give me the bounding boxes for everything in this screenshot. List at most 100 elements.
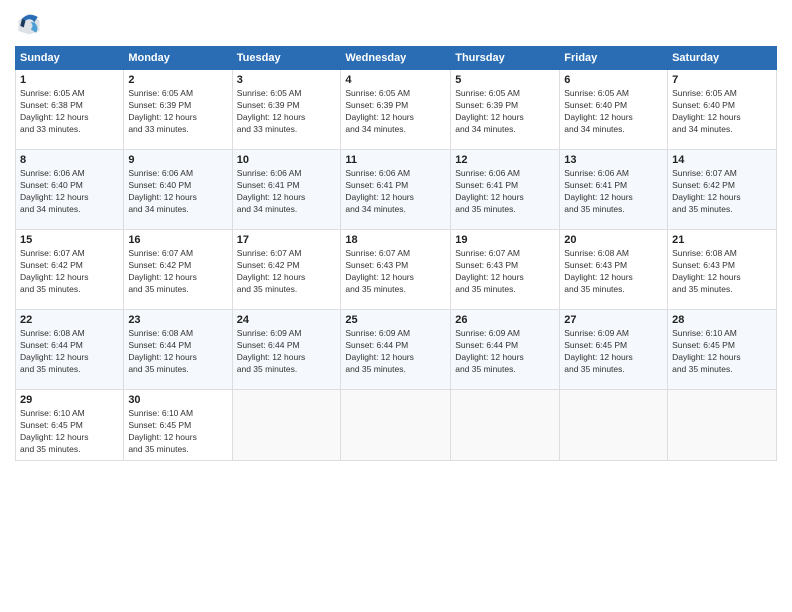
day-info: Sunrise: 6:09 AMSunset: 6:44 PMDaylight:… <box>455 328 555 376</box>
day-number: 23 <box>128 314 227 326</box>
day-info: Sunrise: 6:10 AMSunset: 6:45 PMDaylight:… <box>672 328 772 376</box>
day-info: Sunrise: 6:05 AMSunset: 6:39 PMDaylight:… <box>128 88 227 136</box>
day-number: 5 <box>455 74 555 86</box>
day-info: Sunrise: 6:08 AMSunset: 6:44 PMDaylight:… <box>20 328 119 376</box>
day-number: 29 <box>20 394 119 406</box>
day-number: 7 <box>672 74 772 86</box>
day-number: 21 <box>672 234 772 246</box>
calendar-cell: 29 Sunrise: 6:10 AMSunset: 6:45 PMDaylig… <box>16 390 124 461</box>
calendar-cell: 11 Sunrise: 6:06 AMSunset: 6:41 PMDaylig… <box>341 150 451 230</box>
calendar-cell: 24 Sunrise: 6:09 AMSunset: 6:44 PMDaylig… <box>232 310 341 390</box>
day-info: Sunrise: 6:05 AMSunset: 6:38 PMDaylight:… <box>20 88 119 136</box>
calendar-cell: 8 Sunrise: 6:06 AMSunset: 6:40 PMDayligh… <box>16 150 124 230</box>
calendar-week-row: 22 Sunrise: 6:08 AMSunset: 6:44 PMDaylig… <box>16 310 777 390</box>
calendar-col-header: Saturday <box>668 47 777 70</box>
calendar-cell <box>668 390 777 461</box>
calendar-cell: 21 Sunrise: 6:08 AMSunset: 6:43 PMDaylig… <box>668 230 777 310</box>
calendar-cell <box>560 390 668 461</box>
day-info: Sunrise: 6:07 AMSunset: 6:42 PMDaylight:… <box>128 248 227 296</box>
calendar-week-row: 1 Sunrise: 6:05 AMSunset: 6:38 PMDayligh… <box>16 70 777 150</box>
day-number: 14 <box>672 154 772 166</box>
calendar-cell: 28 Sunrise: 6:10 AMSunset: 6:45 PMDaylig… <box>668 310 777 390</box>
day-number: 17 <box>237 234 337 246</box>
day-number: 25 <box>345 314 446 326</box>
day-info: Sunrise: 6:06 AMSunset: 6:41 PMDaylight:… <box>237 168 337 216</box>
day-info: Sunrise: 6:07 AMSunset: 6:42 PMDaylight:… <box>672 168 772 216</box>
calendar-cell: 23 Sunrise: 6:08 AMSunset: 6:44 PMDaylig… <box>124 310 232 390</box>
calendar-table: SundayMondayTuesdayWednesdayThursdayFrid… <box>15 46 777 461</box>
calendar-week-row: 8 Sunrise: 6:06 AMSunset: 6:40 PMDayligh… <box>16 150 777 230</box>
day-info: Sunrise: 6:09 AMSunset: 6:44 PMDaylight:… <box>237 328 337 376</box>
day-info: Sunrise: 6:07 AMSunset: 6:42 PMDaylight:… <box>20 248 119 296</box>
logo <box>15 10 47 38</box>
day-info: Sunrise: 6:07 AMSunset: 6:42 PMDaylight:… <box>237 248 337 296</box>
day-info: Sunrise: 6:07 AMSunset: 6:43 PMDaylight:… <box>455 248 555 296</box>
calendar-cell: 26 Sunrise: 6:09 AMSunset: 6:44 PMDaylig… <box>451 310 560 390</box>
day-info: Sunrise: 6:05 AMSunset: 6:40 PMDaylight:… <box>672 88 772 136</box>
day-number: 30 <box>128 394 227 406</box>
day-number: 9 <box>128 154 227 166</box>
calendar-cell: 9 Sunrise: 6:06 AMSunset: 6:40 PMDayligh… <box>124 150 232 230</box>
day-number: 19 <box>455 234 555 246</box>
day-number: 13 <box>564 154 663 166</box>
calendar-cell: 20 Sunrise: 6:08 AMSunset: 6:43 PMDaylig… <box>560 230 668 310</box>
calendar-col-header: Thursday <box>451 47 560 70</box>
day-number: 4 <box>345 74 446 86</box>
day-info: Sunrise: 6:09 AMSunset: 6:45 PMDaylight:… <box>564 328 663 376</box>
calendar-cell: 25 Sunrise: 6:09 AMSunset: 6:44 PMDaylig… <box>341 310 451 390</box>
day-number: 16 <box>128 234 227 246</box>
day-number: 6 <box>564 74 663 86</box>
day-info: Sunrise: 6:07 AMSunset: 6:43 PMDaylight:… <box>345 248 446 296</box>
calendar-cell: 22 Sunrise: 6:08 AMSunset: 6:44 PMDaylig… <box>16 310 124 390</box>
calendar-week-row: 15 Sunrise: 6:07 AMSunset: 6:42 PMDaylig… <box>16 230 777 310</box>
calendar-cell: 16 Sunrise: 6:07 AMSunset: 6:42 PMDaylig… <box>124 230 232 310</box>
calendar-cell: 13 Sunrise: 6:06 AMSunset: 6:41 PMDaylig… <box>560 150 668 230</box>
day-number: 12 <box>455 154 555 166</box>
day-info: Sunrise: 6:10 AMSunset: 6:45 PMDaylight:… <box>128 408 227 456</box>
day-number: 10 <box>237 154 337 166</box>
calendar-cell: 17 Sunrise: 6:07 AMSunset: 6:42 PMDaylig… <box>232 230 341 310</box>
day-info: Sunrise: 6:09 AMSunset: 6:44 PMDaylight:… <box>345 328 446 376</box>
calendar-col-header: Monday <box>124 47 232 70</box>
calendar-cell: 1 Sunrise: 6:05 AMSunset: 6:38 PMDayligh… <box>16 70 124 150</box>
day-info: Sunrise: 6:05 AMSunset: 6:39 PMDaylight:… <box>345 88 446 136</box>
calendar-cell: 5 Sunrise: 6:05 AMSunset: 6:39 PMDayligh… <box>451 70 560 150</box>
day-number: 2 <box>128 74 227 86</box>
day-info: Sunrise: 6:08 AMSunset: 6:43 PMDaylight:… <box>672 248 772 296</box>
calendar-col-header: Friday <box>560 47 668 70</box>
generalblue-logo-icon <box>15 10 43 38</box>
day-info: Sunrise: 6:06 AMSunset: 6:41 PMDaylight:… <box>455 168 555 216</box>
day-number: 8 <box>20 154 119 166</box>
calendar-cell: 7 Sunrise: 6:05 AMSunset: 6:40 PMDayligh… <box>668 70 777 150</box>
day-number: 20 <box>564 234 663 246</box>
day-info: Sunrise: 6:10 AMSunset: 6:45 PMDaylight:… <box>20 408 119 456</box>
day-info: Sunrise: 6:06 AMSunset: 6:40 PMDaylight:… <box>20 168 119 216</box>
calendar-cell: 10 Sunrise: 6:06 AMSunset: 6:41 PMDaylig… <box>232 150 341 230</box>
calendar-cell <box>232 390 341 461</box>
day-info: Sunrise: 6:06 AMSunset: 6:40 PMDaylight:… <box>128 168 227 216</box>
day-number: 3 <box>237 74 337 86</box>
calendar-col-header: Sunday <box>16 47 124 70</box>
day-number: 18 <box>345 234 446 246</box>
calendar-cell: 2 Sunrise: 6:05 AMSunset: 6:39 PMDayligh… <box>124 70 232 150</box>
day-info: Sunrise: 6:05 AMSunset: 6:40 PMDaylight:… <box>564 88 663 136</box>
calendar-cell: 14 Sunrise: 6:07 AMSunset: 6:42 PMDaylig… <box>668 150 777 230</box>
calendar-week-row: 29 Sunrise: 6:10 AMSunset: 6:45 PMDaylig… <box>16 390 777 461</box>
day-number: 11 <box>345 154 446 166</box>
day-info: Sunrise: 6:06 AMSunset: 6:41 PMDaylight:… <box>345 168 446 216</box>
calendar-header-row: SundayMondayTuesdayWednesdayThursdayFrid… <box>16 47 777 70</box>
calendar-cell: 3 Sunrise: 6:05 AMSunset: 6:39 PMDayligh… <box>232 70 341 150</box>
header <box>15 10 777 38</box>
day-info: Sunrise: 6:05 AMSunset: 6:39 PMDaylight:… <box>455 88 555 136</box>
calendar-col-header: Tuesday <box>232 47 341 70</box>
page: SundayMondayTuesdayWednesdayThursdayFrid… <box>0 0 792 612</box>
day-number: 24 <box>237 314 337 326</box>
day-number: 26 <box>455 314 555 326</box>
calendar-cell: 19 Sunrise: 6:07 AMSunset: 6:43 PMDaylig… <box>451 230 560 310</box>
day-number: 15 <box>20 234 119 246</box>
calendar-cell: 30 Sunrise: 6:10 AMSunset: 6:45 PMDaylig… <box>124 390 232 461</box>
day-number: 22 <box>20 314 119 326</box>
calendar-cell: 4 Sunrise: 6:05 AMSunset: 6:39 PMDayligh… <box>341 70 451 150</box>
calendar-cell: 15 Sunrise: 6:07 AMSunset: 6:42 PMDaylig… <box>16 230 124 310</box>
calendar-cell <box>341 390 451 461</box>
